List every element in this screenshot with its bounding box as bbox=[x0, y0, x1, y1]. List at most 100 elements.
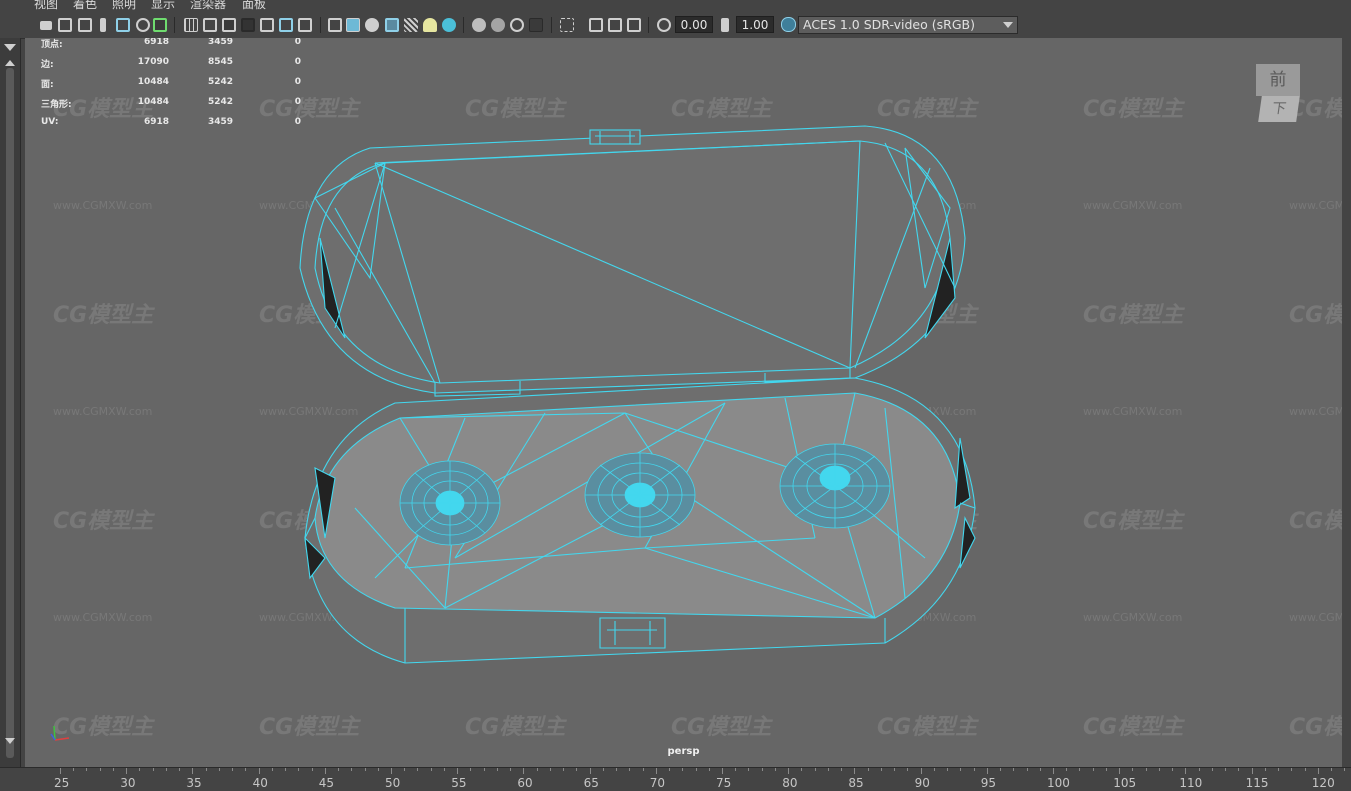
ruler-tick-mark bbox=[364, 768, 366, 771]
ruler-tick-mark bbox=[73, 768, 75, 771]
wireframe-icon[interactable] bbox=[328, 18, 342, 32]
ruler-tick-mark bbox=[549, 768, 551, 771]
menu-renderer[interactable]: 渲染器 bbox=[190, 0, 226, 11]
menu-bar: 视图 着色 照明 显示 渲染器 面板 bbox=[0, 0, 1351, 12]
toolbar-divider bbox=[463, 17, 464, 33]
ruler-tick-mark bbox=[1026, 768, 1028, 771]
poly-count-hud: 顶点: 6918 3459 0 边: 17090 8545 0 面: 10484… bbox=[41, 38, 301, 137]
ruler-tick-mark bbox=[483, 768, 485, 771]
collapse-arrow-icon[interactable] bbox=[4, 44, 16, 51]
ruler-tick-mark bbox=[880, 768, 882, 771]
ruler-tick-mark bbox=[1132, 768, 1134, 771]
watermark-brand: CG模型主 bbox=[465, 97, 567, 122]
ruler-tick-mark bbox=[655, 768, 657, 774]
menu-panels[interactable]: 面板 bbox=[242, 0, 266, 11]
ruler-tick-mark bbox=[1304, 768, 1306, 771]
film-gate-icon[interactable] bbox=[203, 18, 217, 32]
bookmark-icon[interactable] bbox=[100, 18, 106, 32]
exposure-field[interactable]: 0.00 bbox=[675, 16, 713, 33]
ruler-tick-mark bbox=[867, 768, 869, 771]
textured-icon[interactable] bbox=[404, 18, 418, 32]
ruler-tick-mark bbox=[1092, 768, 1094, 771]
motion-blur-icon[interactable] bbox=[589, 18, 603, 32]
ruler-tick-mark bbox=[748, 768, 750, 771]
color-management-icon[interactable] bbox=[781, 17, 796, 32]
field-chart-icon[interactable] bbox=[260, 18, 274, 32]
ruler-tick-mark bbox=[205, 768, 207, 771]
xray-active-components-icon[interactable] bbox=[491, 18, 505, 32]
safe-title-icon[interactable] bbox=[298, 18, 312, 32]
view-cube-bottom-face[interactable]: 下 bbox=[1258, 96, 1300, 122]
menu-view[interactable]: 视图 bbox=[34, 0, 58, 11]
safe-action-icon[interactable] bbox=[279, 18, 293, 32]
camera-icon[interactable] bbox=[40, 21, 52, 30]
ruler-tick-mark bbox=[695, 768, 697, 771]
ruler-tick-mark bbox=[960, 768, 962, 771]
shadows-icon[interactable] bbox=[442, 18, 456, 32]
resolution-gate-icon[interactable] bbox=[222, 18, 236, 32]
ruler-tick-mark bbox=[1172, 768, 1174, 771]
use-default-light-icon[interactable] bbox=[423, 18, 437, 32]
anti-aliasing-icon[interactable] bbox=[608, 18, 622, 32]
xray-joints-icon[interactable] bbox=[510, 18, 524, 32]
ruler-tick-mark bbox=[1105, 768, 1107, 771]
menu-show[interactable]: 显示 bbox=[151, 0, 175, 11]
ruler-tick-mark bbox=[1264, 768, 1266, 771]
smooth-shade-icon[interactable] bbox=[346, 18, 360, 32]
ruler-tick-label: 75 bbox=[716, 776, 732, 790]
earbud-left bbox=[399, 460, 501, 546]
watermark-url: www.CGMXW.com bbox=[1289, 611, 1342, 624]
exposure-icon[interactable] bbox=[657, 18, 671, 32]
ruler-tick-label: 110 bbox=[1179, 776, 1203, 790]
watermark-url: www.CGMXW.com bbox=[53, 611, 152, 624]
ruler-tick-mark bbox=[523, 768, 525, 774]
ruler-tick-mark bbox=[179, 768, 181, 771]
wireframe-on-shaded-icon[interactable] bbox=[385, 18, 399, 32]
scrollbar-track[interactable] bbox=[6, 68, 14, 758]
ruler-tick-mark bbox=[285, 768, 287, 771]
ruler-tick-mark bbox=[642, 768, 644, 771]
ruler-tick-mark bbox=[576, 768, 578, 771]
ruler-tick-mark bbox=[1211, 768, 1213, 771]
image-plane-icon[interactable] bbox=[116, 18, 130, 32]
ruler-tick-mark bbox=[324, 768, 326, 774]
ruler-tick-mark bbox=[788, 768, 790, 774]
hud-row-uvs: UV: 6918 3459 0 bbox=[41, 117, 301, 127]
grid-icon[interactable] bbox=[184, 18, 198, 32]
default-material-icon[interactable] bbox=[365, 18, 379, 32]
camera-attributes-icon[interactable] bbox=[78, 18, 92, 32]
scroll-up-icon[interactable] bbox=[5, 60, 15, 66]
watermark-brand: CG模型主 bbox=[53, 303, 155, 328]
lock-camera-icon[interactable] bbox=[58, 18, 72, 32]
ruler-tick-mark bbox=[377, 768, 379, 771]
two-d-pan-icon[interactable] bbox=[136, 18, 150, 32]
watermark-url: www.CGMXW.com bbox=[259, 405, 358, 418]
persp-viewport[interactable]: CG模型主 www.CGMXW.com CG模型主 www.CGMXW.com CG模型… bbox=[25, 38, 1342, 767]
xray-icon[interactable] bbox=[472, 18, 486, 32]
screen-space-ao-icon[interactable] bbox=[529, 18, 543, 32]
ruler-tick-label: 40 bbox=[252, 776, 268, 790]
scroll-down-icon[interactable] bbox=[5, 738, 15, 744]
ruler-tick-mark bbox=[1278, 768, 1280, 771]
view-cube[interactable]: 前 下 bbox=[1252, 60, 1308, 126]
ruler-tick-mark bbox=[126, 768, 128, 774]
grease-pencil-icon[interactable] bbox=[153, 18, 167, 32]
gamma-field[interactable]: 1.00 bbox=[736, 16, 774, 33]
watermark-brand: CG模型主 bbox=[877, 97, 979, 122]
watermark-brand: CG模型主 bbox=[53, 509, 155, 534]
view-cube-front-face[interactable]: 前 bbox=[1256, 64, 1300, 96]
depth-of-field-icon[interactable] bbox=[627, 18, 641, 32]
watermark-url: www.CGMXW.com bbox=[1289, 405, 1342, 418]
isolate-select-icon[interactable] bbox=[560, 18, 574, 32]
ruler-tick-mark bbox=[801, 768, 803, 771]
ruler-tick-label: 100 bbox=[1047, 776, 1070, 790]
ruler-tick-label: 85 bbox=[848, 776, 864, 790]
watermark-brand: CG模型主 bbox=[671, 97, 773, 122]
menu-shading[interactable]: 着色 bbox=[73, 0, 97, 11]
view-transform-dropdown[interactable]: ACES 1.0 SDR-video (sRGB) bbox=[798, 16, 1018, 34]
camera-name-label: persp bbox=[667, 746, 700, 757]
menu-lighting[interactable]: 照明 bbox=[112, 0, 136, 11]
gate-mask-icon[interactable] bbox=[241, 18, 255, 32]
time-slider-ruler[interactable]: 25 30 35 40 45 50 55 60 65 70 75 80 85 90 95 100 105 110 1… bbox=[0, 767, 1351, 791]
gamma-icon[interactable] bbox=[721, 18, 729, 32]
